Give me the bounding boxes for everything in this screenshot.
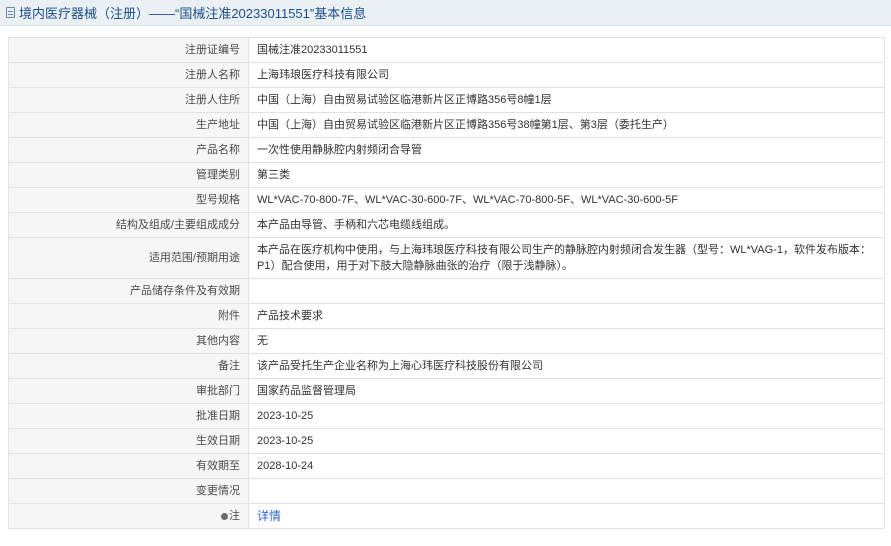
- row-value-storage: [248, 278, 885, 304]
- row-label-changes: 变更情况: [8, 478, 249, 504]
- row-value-model-spec: WL*VAC-70-800-7F、WL*VAC-30-600-7F、WL*VAC…: [248, 187, 885, 213]
- table-row: 备注 该产品受托生产企业名称为上海心玮医疗科技股份有限公司: [8, 353, 885, 379]
- row-value-intended-use: 本产品在医疗机构中使用，与上海玮琅医疗科技有限公司生产的静脉腔内射频闭合发生器（…: [248, 237, 885, 279]
- row-value-other: 无: [248, 328, 885, 354]
- table-row: 变更情况: [8, 478, 885, 504]
- row-value-approval-date: 2023-10-25: [248, 403, 885, 429]
- table-row: 有效期至 2028-10-24: [8, 453, 885, 479]
- row-label-approval-date: 批准日期: [8, 403, 249, 429]
- row-label-intended-use: 适用范围/预期用途: [8, 237, 249, 279]
- table-row: 附件 产品技术要求: [8, 303, 885, 329]
- detail-link[interactable]: 详情: [257, 509, 281, 523]
- row-label-registration-no: 注册证编号: [8, 37, 249, 63]
- table-row: 结构及组成/主要组成成分 本产品由导管、手柄和六芯电缆线组成。: [8, 212, 885, 238]
- row-label-expiry-date: 有效期至: [8, 453, 249, 479]
- table-row: 管理类别 第三类: [8, 162, 885, 188]
- table-row: 注册人住所 中国（上海）自由贸易试验区临港新片区正博路356号8幢1层: [8, 87, 885, 113]
- table-row: 其他内容 无: [8, 328, 885, 354]
- table-row: 产品储存条件及有效期: [8, 278, 885, 304]
- row-value-structure: 本产品由导管、手柄和六芯电缆线组成。: [248, 212, 885, 238]
- row-value-changes: [248, 478, 885, 504]
- row-value-note: 详情: [248, 503, 885, 529]
- row-value-registrant-address: 中国（上海）自由贸易试验区临港新片区正博路356号8幢1层: [248, 87, 885, 113]
- row-value-effective-date: 2023-10-25: [248, 428, 885, 454]
- row-label-note: 注: [8, 503, 249, 529]
- pin-icon: [221, 513, 228, 520]
- table-row: 审批部门 国家药品监督管理局: [8, 378, 885, 404]
- row-value-remark: 该产品受托生产企业名称为上海心玮医疗科技股份有限公司: [248, 353, 885, 379]
- row-value-registration-no: 国械注准20233011551: [248, 37, 885, 63]
- row-value-approval-dept: 国家药品监督管理局: [248, 378, 885, 404]
- row-value-attachment: 产品技术要求: [248, 303, 885, 329]
- page-title: 境内医疗器械（注册）——“国械注准20233011551”基本信息: [19, 6, 367, 21]
- table-row: 型号规格 WL*VAC-70-800-7F、WL*VAC-30-600-7F、W…: [8, 187, 885, 213]
- row-label-structure: 结构及组成/主要组成成分: [8, 212, 249, 238]
- row-label-registrant-name: 注册人名称: [8, 62, 249, 88]
- row-label-product-name: 产品名称: [8, 137, 249, 163]
- page-header: 境内医疗器械（注册）——“国械注准20233011551”基本信息: [0, 0, 891, 26]
- device-info-table: 注册证编号 国械注准20233011551 注册人名称 上海玮琅医疗科技有限公司…: [8, 37, 885, 529]
- row-label-other: 其他内容: [8, 328, 249, 354]
- row-label-attachment: 附件: [8, 303, 249, 329]
- row-value-management-class: 第三类: [248, 162, 885, 188]
- row-label-registrant-address: 注册人住所: [8, 87, 249, 113]
- row-label-remark: 备注: [8, 353, 249, 379]
- row-label-model-spec: 型号规格: [8, 187, 249, 213]
- table-row: 注 详情: [8, 503, 885, 529]
- row-value-production-address: 中国（上海）自由贸易试验区临港新片区正博路356号38幢第1层、第3层（委托生产…: [248, 112, 885, 138]
- row-label-storage: 产品储存条件及有效期: [8, 278, 249, 304]
- table-row: 生产地址 中国（上海）自由贸易试验区临港新片区正博路356号38幢第1层、第3层…: [8, 112, 885, 138]
- row-label-management-class: 管理类别: [8, 162, 249, 188]
- table-row: 产品名称 一次性使用静脉腔内射频闭合导管: [8, 137, 885, 163]
- table-row: 适用范围/预期用途 本产品在医疗机构中使用，与上海玮琅医疗科技有限公司生产的静脉…: [8, 237, 885, 279]
- table-row: 注册人名称 上海玮琅医疗科技有限公司: [8, 62, 885, 88]
- row-label-approval-dept: 审批部门: [8, 378, 249, 404]
- row-value-registrant-name: 上海玮琅医疗科技有限公司: [248, 62, 885, 88]
- note-label: 注: [229, 510, 240, 522]
- document-icon: [6, 7, 15, 18]
- table-row: 生效日期 2023-10-25: [8, 428, 885, 454]
- row-label-production-address: 生产地址: [8, 112, 249, 138]
- table-row: 注册证编号 国械注准20233011551: [8, 37, 885, 63]
- row-value-expiry-date: 2028-10-24: [248, 453, 885, 479]
- table-row: 批准日期 2023-10-25: [8, 403, 885, 429]
- row-value-product-name: 一次性使用静脉腔内射频闭合导管: [248, 137, 885, 163]
- row-label-effective-date: 生效日期: [8, 428, 249, 454]
